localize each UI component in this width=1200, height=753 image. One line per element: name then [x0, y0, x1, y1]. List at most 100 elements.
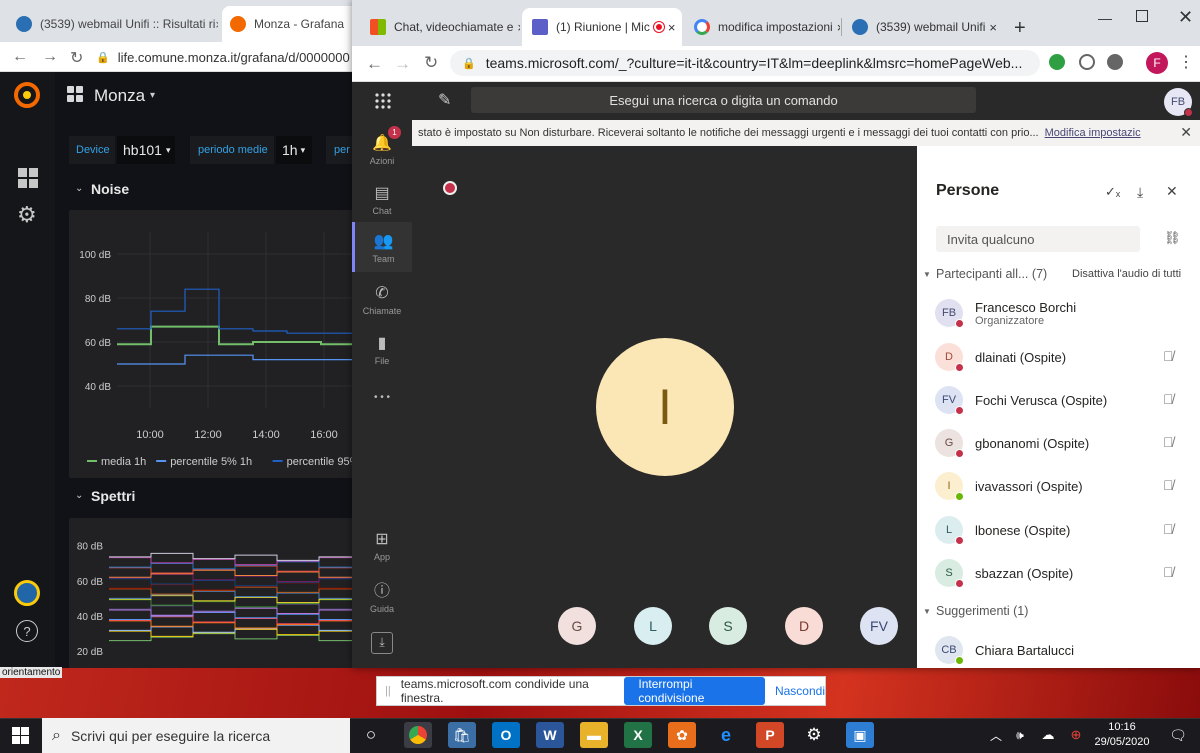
- banner-link[interactable]: Modifica impostazic: [1045, 127, 1141, 139]
- participant-avatar[interactable]: D: [785, 607, 823, 645]
- gear-icon[interactable]: ⚙: [17, 202, 37, 228]
- reload-icon[interactable]: ↻: [424, 53, 438, 73]
- rail-more-button[interactable]: • • •: [352, 372, 412, 422]
- back-arrow-icon[interactable]: ←: [12, 48, 28, 66]
- tab-riunione[interactable]: (1) Riunione | Mic ×: [522, 8, 682, 46]
- avatar[interactable]: [14, 580, 40, 606]
- chevron-down-icon[interactable]: ▾: [150, 90, 155, 101]
- store-icon[interactable]: 🛍: [448, 722, 476, 748]
- participant-row[interactable]: FV Fochi Verusca (Ospite): [917, 380, 1200, 420]
- suggestions-section-label[interactable]: Suggerimenti (1): [936, 604, 1028, 618]
- rail-item-file[interactable]: ▮ File: [352, 324, 412, 374]
- participants-section-label[interactable]: Partecipanti all... (7): [936, 267, 1047, 281]
- taskbar-search[interactable]: ⌕ Scrivi qui per eseguire la ricerca: [42, 718, 350, 753]
- app-icon[interactable]: ✿: [668, 722, 696, 748]
- rail-item-app[interactable]: ⊞ App: [352, 520, 412, 570]
- row-title-noise[interactable]: Noise: [91, 181, 129, 197]
- link-icon[interactable]: ⛓: [1164, 230, 1181, 246]
- extension-icon[interactable]: [1107, 54, 1123, 70]
- grafana-logo-icon[interactable]: [12, 80, 42, 110]
- stop-sharing-button[interactable]: Interrompi condivisione: [624, 677, 765, 705]
- row-title-spettri[interactable]: Spettri: [91, 488, 135, 504]
- mic-muted-icon[interactable]: 🎙̸: [1163, 564, 1174, 580]
- powerpoint-icon[interactable]: P: [756, 722, 784, 748]
- maximize-icon[interactable]: [1136, 10, 1148, 22]
- chevron-down-icon[interactable]: ▼: [923, 607, 931, 616]
- back-tab-webmail[interactable]: (3539) webmail Unifi :: Risultati ri ×: [8, 6, 218, 42]
- close-tab-icon[interactable]: ×: [664, 20, 676, 35]
- app-icon[interactable]: ▣: [846, 722, 874, 748]
- legend-item[interactable]: media 1h: [101, 456, 146, 468]
- rail-item-chat[interactable]: ▤ Chat: [352, 174, 412, 224]
- extension-icon[interactable]: [1079, 54, 1095, 70]
- address-bar[interactable]: 🔒 teams.microsoft.com/_?culture=it-it&co…: [450, 50, 1040, 76]
- mic-muted-icon[interactable]: 🎙̸: [1163, 477, 1174, 493]
- compose-icon[interactable]: ✎: [438, 90, 451, 110]
- tab-webmail[interactable]: (3539) webmail Unifi ×: [842, 8, 998, 46]
- forward-arrow-icon[interactable]: →: [394, 54, 411, 74]
- mic-muted-icon[interactable]: 🎙̸: [1163, 348, 1174, 364]
- network-icon[interactable]: ⊕: [1062, 722, 1090, 748]
- help-icon[interactable]: ?: [16, 620, 38, 642]
- dashboards-icon[interactable]: [18, 168, 38, 188]
- notifications-icon[interactable]: 🗨: [1164, 722, 1192, 748]
- participant-avatar[interactable]: FV: [860, 607, 898, 645]
- new-tab-button[interactable]: +: [1014, 17, 1026, 40]
- excel-icon[interactable]: X: [624, 722, 652, 748]
- participant-row[interactable]: FB Francesco Borchi Organizzatore: [917, 293, 1200, 333]
- participant-avatar[interactable]: L: [634, 607, 672, 645]
- cloud-icon[interactable]: ☁: [1034, 722, 1062, 748]
- edge-icon[interactable]: e: [712, 722, 740, 748]
- back-address-bar[interactable]: 🔒 life.comune.monza.it/grafana/d/0000000: [96, 46, 356, 68]
- dashboard-title[interactable]: Monza: [94, 86, 145, 106]
- mute-all-icon[interactable]: ✓ₓ: [1105, 184, 1120, 200]
- windows-start-icon[interactable]: [12, 727, 29, 744]
- close-tab-icon[interactable]: ×: [985, 20, 997, 35]
- close-window-icon[interactable]: ✕: [1178, 7, 1193, 28]
- participant-row[interactable]: Ggbonanomi (Ospite): [917, 423, 1200, 463]
- close-icon[interactable]: ✕: [1180, 124, 1192, 141]
- close-tab-icon[interactable]: ×: [513, 20, 520, 35]
- legend-item[interactable]: percentile 95% 1h: [287, 456, 375, 468]
- forward-arrow-icon[interactable]: →: [42, 48, 58, 66]
- mic-muted-icon[interactable]: 🎙̸: [1163, 434, 1174, 450]
- legend-item[interactable]: percentile 5% 1h: [170, 456, 252, 468]
- tab-google[interactable]: modifica impostazioni ×: [684, 8, 840, 46]
- chevron-down-icon[interactable]: ⌄: [75, 490, 83, 501]
- rail-item-azioni[interactable]: 🔔 Azioni 1: [352, 124, 412, 174]
- invite-input[interactable]: Invita qualcuno: [936, 226, 1140, 252]
- participant-avatar[interactable]: S: [709, 607, 747, 645]
- close-tab-icon[interactable]: ×: [833, 20, 840, 35]
- participant-row[interactable]: Ssbazzan (Ospite): [917, 553, 1200, 593]
- word-icon[interactable]: W: [536, 722, 564, 748]
- rail-download-button[interactable]: ⤓: [352, 626, 412, 662]
- teams-search-input[interactable]: Esegui una ricerca o digita un comando: [471, 87, 976, 113]
- tab-chat[interactable]: Chat, videochiamate e ×: [360, 8, 520, 46]
- hide-button[interactable]: Nascondi: [775, 684, 825, 698]
- chevron-down-icon[interactable]: ⌄: [75, 183, 83, 194]
- device-select[interactable]: hb101 ▾: [117, 136, 175, 164]
- chrome-icon[interactable]: [404, 722, 432, 748]
- reload-icon[interactable]: ↻: [70, 48, 83, 68]
- participant-row[interactable]: Llbonese (Ospite): [917, 510, 1200, 550]
- menu-dots-icon[interactable]: ⋮: [1178, 52, 1194, 72]
- profile-avatar[interactable]: F: [1146, 52, 1168, 74]
- outlook-icon[interactable]: O: [492, 722, 520, 748]
- back-tab-grafana[interactable]: Monza - Grafana: [222, 6, 360, 42]
- settings-icon[interactable]: ⚙: [800, 722, 828, 748]
- close-tab-icon[interactable]: ×: [215, 17, 218, 32]
- drag-handle-icon[interactable]: ||: [385, 685, 391, 697]
- rail-item-team[interactable]: 👥 Team: [352, 222, 412, 272]
- participant-avatar[interactable]: G: [558, 607, 596, 645]
- task-view-icon[interactable]: ○: [357, 722, 385, 748]
- volume-icon[interactable]: 🕪: [1006, 722, 1034, 748]
- close-icon[interactable]: ✕: [1166, 183, 1178, 200]
- folder-icon[interactable]: ▬: [580, 722, 608, 748]
- chevron-down-icon[interactable]: ▼: [923, 270, 931, 279]
- clock[interactable]: 10:16 29/05/2020: [1092, 720, 1152, 752]
- app-launcher-icon[interactable]: [375, 93, 391, 109]
- user-avatar[interactable]: FB: [1164, 88, 1193, 117]
- extension-icon[interactable]: [1049, 54, 1065, 70]
- back-arrow-icon[interactable]: ←: [366, 54, 383, 74]
- minimize-icon[interactable]: —: [1098, 10, 1112, 26]
